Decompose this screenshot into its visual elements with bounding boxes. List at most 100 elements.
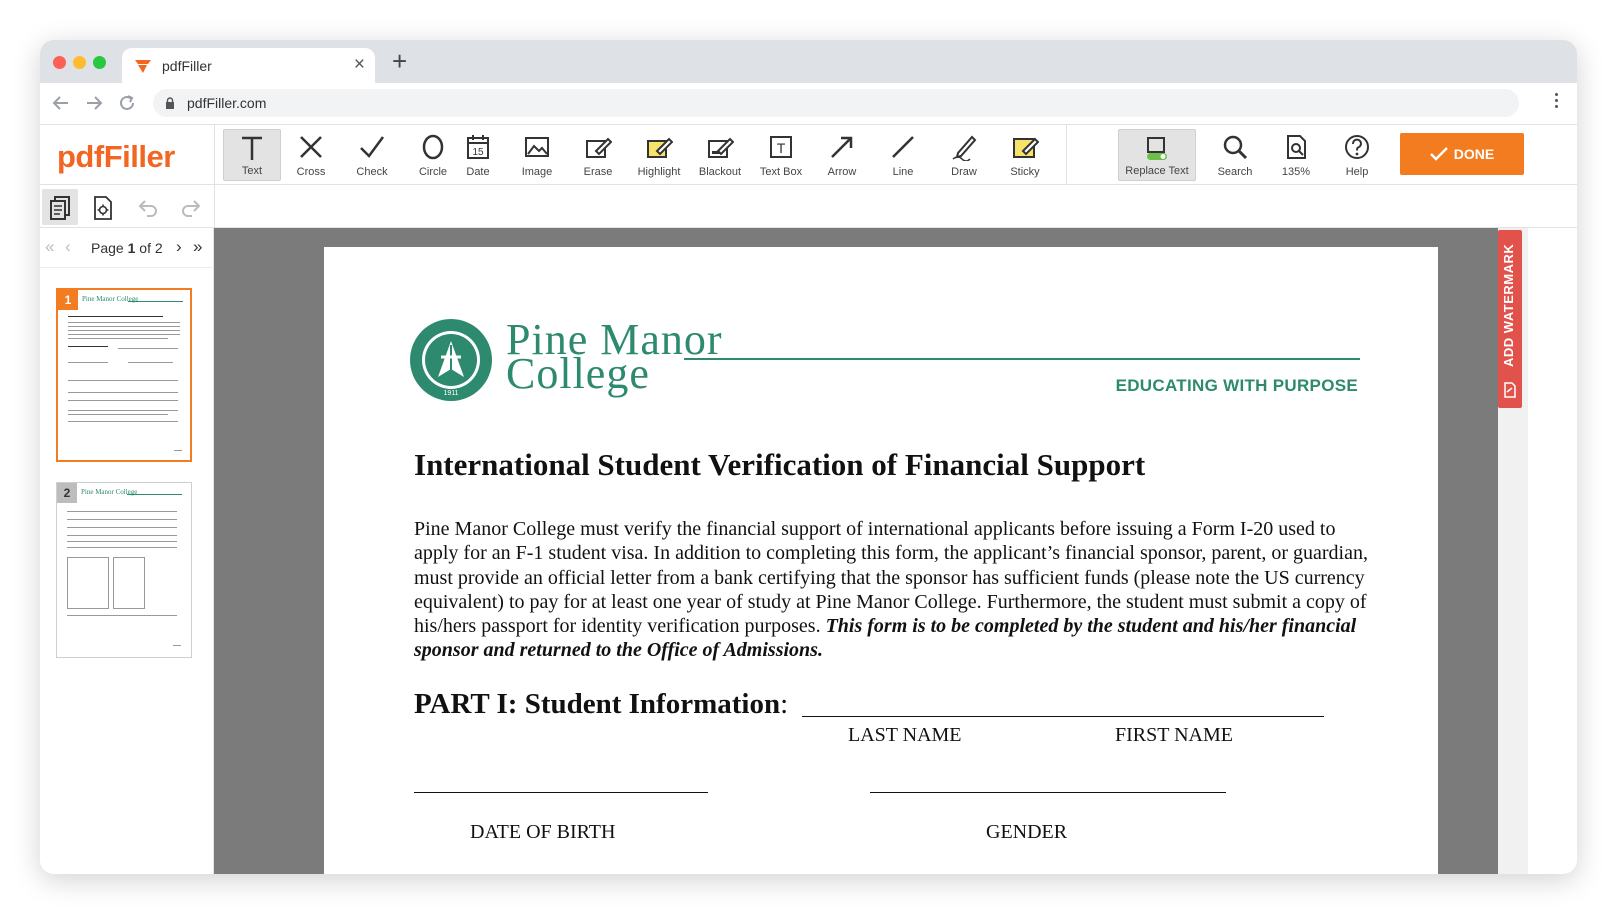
svg-text:T: T — [777, 140, 786, 156]
replace-text-button[interactable]: Replace Text — [1118, 129, 1196, 181]
editor-toolbar: pdfFiller Text Cross Check Circle 15 Dat… — [40, 125, 1577, 185]
last-page-icon[interactable]: » — [193, 237, 202, 257]
last-name-label: LAST NAME — [848, 724, 962, 746]
search-button[interactable]: Search — [1206, 129, 1264, 181]
gender-field[interactable] — [870, 792, 1226, 793]
check-tool-button[interactable]: Check — [343, 129, 401, 181]
blackout-icon — [708, 137, 734, 158]
done-label: DONE — [1453, 146, 1495, 162]
zoom-button[interactable]: 135% — [1267, 129, 1325, 181]
first-name-label: FIRST NAME — [1115, 724, 1233, 746]
erase-tool-button[interactable]: Erase — [569, 129, 627, 181]
undo-icon — [138, 200, 157, 217]
date-of-birth-label: DATE OF BIRTH — [470, 821, 616, 843]
sticky-note-icon — [1013, 137, 1039, 158]
date-of-birth-field[interactable] — [414, 792, 708, 793]
arrow-icon — [831, 136, 853, 158]
textbox-icon: T — [770, 136, 792, 158]
cross-icon — [300, 136, 322, 158]
address-bar: pdfFiller.com — [40, 83, 1577, 125]
arrow-tool-button[interactable]: Arrow — [813, 129, 871, 181]
maximize-window-button[interactable] — [93, 56, 106, 69]
browser-tab-bar: pdfFiller × + — [40, 40, 1577, 83]
eraser-icon — [586, 137, 612, 158]
close-window-button[interactable] — [53, 56, 66, 69]
page-thumbnail-2[interactable]: 2 Pine Manor College — [56, 482, 192, 658]
minimize-window-button[interactable] — [73, 56, 86, 69]
check-icon — [360, 136, 385, 158]
blackout-tool-button[interactable]: Blackout — [691, 129, 749, 181]
college-name: Pine Manor College — [506, 315, 723, 398]
page-thumbnail-sidebar: « ‹ Page 1 of 2 › » 1 Pine Manor College — [40, 228, 214, 874]
document-title: International Student Verification of Fi… — [414, 447, 1146, 482]
url-field[interactable]: pdfFiller.com — [153, 89, 1519, 117]
add-watermark-label: ADD WATERMARK — [1501, 243, 1516, 368]
part-one-heading: PART I: Student Information: — [414, 688, 789, 720]
help-icon — [1345, 135, 1369, 159]
image-icon — [525, 137, 549, 157]
secondary-toolbar — [40, 185, 1577, 228]
tab-title: pdfFiller — [162, 58, 212, 74]
cross-tool-button[interactable]: Cross — [282, 129, 340, 181]
highlight-tool-button[interactable]: Highlight — [630, 129, 688, 181]
pdffiller-logo-icon — [135, 60, 151, 73]
url-text: pdfFiller.com — [187, 95, 267, 111]
page-thumbnail-1[interactable]: 1 Pine Manor College — [56, 288, 192, 462]
checkmark-icon — [1429, 146, 1448, 161]
thumbnail-number: 1 — [58, 290, 78, 310]
add-watermark-button[interactable]: ADD WATERMARK — [1498, 230, 1522, 408]
document-intro: Pine Manor College must verify the finan… — [414, 518, 1368, 662]
undo-button[interactable] — [130, 189, 166, 225]
next-page-icon[interactable]: › — [176, 237, 182, 257]
college-seal-logo: 1911 — [410, 319, 492, 401]
done-button[interactable]: DONE — [1400, 133, 1524, 175]
lock-icon — [166, 97, 174, 109]
help-button[interactable]: Help — [1328, 129, 1386, 181]
page-settings-button[interactable] — [85, 189, 121, 225]
draw-tool-button[interactable]: Draw — [935, 129, 993, 181]
highlighter-icon — [647, 137, 673, 158]
zoom-icon — [1287, 135, 1306, 159]
browser-menu-icon[interactable] — [1555, 93, 1559, 111]
close-tab-icon[interactable]: × — [354, 54, 365, 76]
search-icon — [1223, 135, 1248, 160]
page-indicator: Page 1 of 2 — [91, 240, 163, 256]
college-motto: EDUCATING WITH PURPOSE — [1115, 376, 1358, 395]
svg-text:1911: 1911 — [443, 390, 458, 397]
browser-window: pdfFiller × + pdfFiller.com pdfFiller Te… — [40, 40, 1577, 874]
pages-icon — [50, 196, 70, 220]
circle-icon — [422, 134, 444, 160]
pdf-page[interactable]: 1911 Pine Manor College EDUCATING WITH P… — [324, 247, 1438, 874]
circle-tool-button[interactable]: Circle — [404, 129, 462, 181]
pen-icon — [952, 135, 977, 161]
date-tool-button[interactable]: 15 Date — [458, 129, 498, 181]
reload-icon[interactable] — [118, 94, 136, 112]
back-icon[interactable] — [52, 94, 70, 112]
browser-tab[interactable]: pdfFiller × — [122, 48, 375, 83]
sticky-tool-button[interactable]: Sticky — [996, 129, 1054, 181]
thumbnail-number: 2 — [57, 483, 77, 503]
text-icon — [242, 136, 262, 160]
redo-icon — [182, 200, 201, 217]
forward-icon[interactable] — [85, 94, 103, 112]
redo-button[interactable] — [173, 189, 209, 225]
new-tab-button[interactable]: + — [392, 48, 407, 74]
line-tool-button[interactable]: Line — [874, 129, 932, 181]
page-settings-icon — [94, 196, 112, 220]
header-rule — [684, 358, 1360, 360]
line-icon — [892, 136, 914, 158]
prev-page-icon[interactable]: ‹ — [65, 237, 71, 257]
gender-label: GENDER — [986, 821, 1068, 843]
watermark-document-icon — [1504, 382, 1516, 398]
first-page-icon[interactable]: « — [45, 237, 54, 257]
page-navigator: « ‹ Page 1 of 2 › » — [40, 228, 214, 268]
svg-text:15: 15 — [472, 147, 484, 158]
pages-panel-button[interactable] — [42, 189, 78, 225]
text-tool-button[interactable]: Text — [223, 129, 281, 181]
pdffiller-logo: pdfFiller — [57, 139, 175, 174]
student-name-field[interactable] — [802, 716, 1324, 717]
document-viewport[interactable]: 1911 Pine Manor College EDUCATING WITH P… — [214, 228, 1498, 874]
textbox-tool-button[interactable]: T Text Box — [752, 129, 810, 181]
calendar-icon: 15 — [467, 135, 489, 159]
image-tool-button[interactable]: Image — [508, 129, 566, 181]
